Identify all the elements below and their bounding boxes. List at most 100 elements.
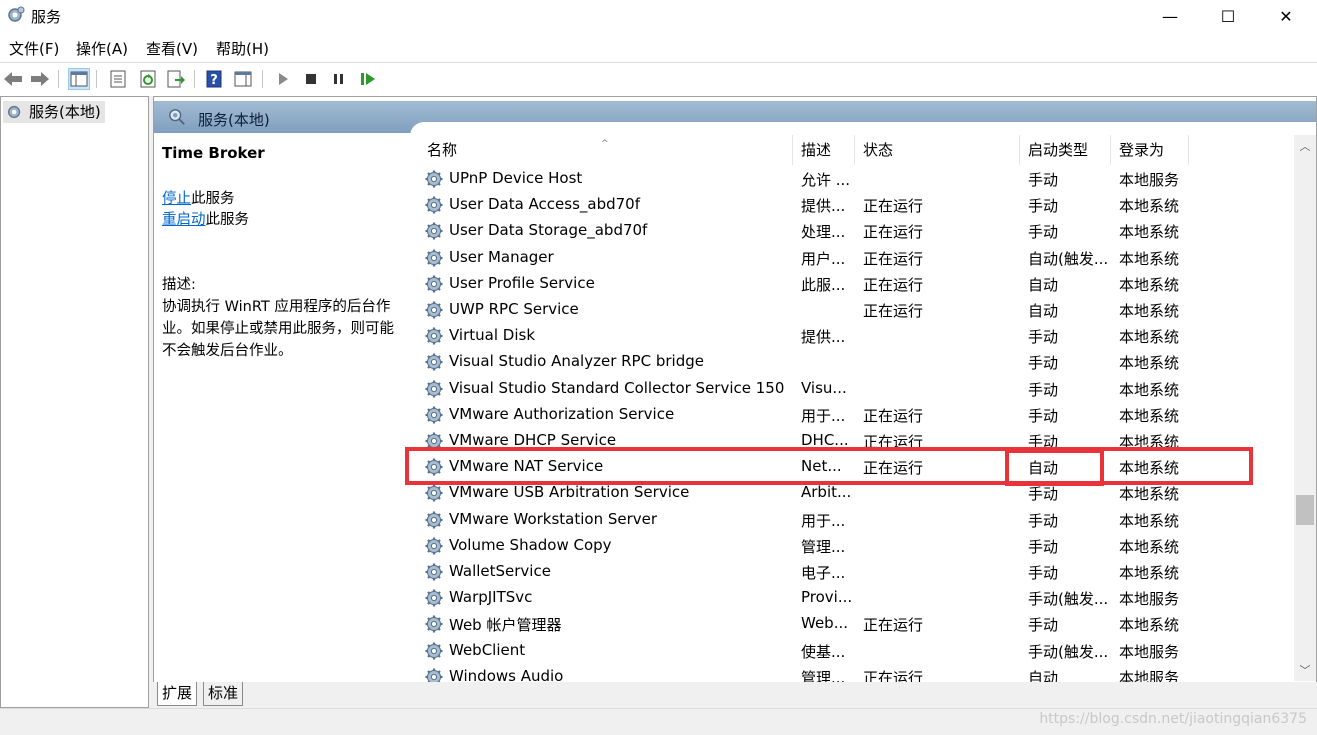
service-logon-as: 本地系统 — [1119, 223, 1180, 242]
start-service-icon[interactable] — [272, 68, 294, 90]
service-startup-type: 手动 — [1028, 564, 1059, 582]
service-gear-icon — [425, 563, 443, 581]
service-description: 用户... — [801, 249, 846, 268]
column-header-status[interactable]: 状态 — [855, 135, 1020, 165]
forward-arrow-icon[interactable] — [29, 68, 51, 90]
service-name: User Data Storage_abd70f — [449, 221, 648, 240]
pause-service-icon[interactable] — [328, 68, 350, 90]
description-text-line: 不会触发后台作业。 — [162, 343, 293, 359]
restart-service-suffix: 此服务 — [205, 212, 250, 228]
service-row[interactable]: User Profile Service 此服... 正在运行 自动 本地系统 — [419, 271, 1294, 297]
service-gear-icon — [425, 484, 443, 502]
close-button[interactable]: ✕ — [1257, 0, 1315, 32]
service-startup-type: 手动 — [1028, 406, 1059, 425]
service-row[interactable]: Visual Studio Standard Collector Service… — [419, 376, 1294, 402]
column-header-startup-type[interactable]: 启动类型 — [1020, 135, 1111, 165]
service-description: Visu... — [801, 378, 847, 397]
service-row[interactable]: Virtual Disk 提供... 手动 本地系统 — [419, 323, 1294, 349]
service-row[interactable]: WarpJITSvc Provi... 手动(触发... 本地服务 — [419, 585, 1294, 611]
column-header-name[interactable]: 名称 ^ — [419, 135, 793, 165]
menu-view[interactable]: 查看(V) — [146, 38, 198, 59]
service-status: 正在运行 — [863, 197, 924, 216]
service-row[interactable]: VMware Authorization Service 用于... 正在运行 手动 本… — [419, 402, 1294, 428]
restart-service-line: 重启动此服务 — [162, 208, 249, 229]
restart-service-link[interactable]: 重启动 — [162, 212, 206, 228]
selected-service-name: Time Broker — [162, 144, 265, 162]
service-name: UPnP Device Host — [449, 169, 583, 187]
service-row[interactable]: WalletService 电子... 手动 本地系统 — [419, 559, 1294, 585]
action-pane-icon[interactable] — [232, 68, 254, 90]
maximize-button[interactable]: ☐ — [1199, 0, 1257, 32]
description-text-line: 协调执行 WinRT 应用程序的后台作 — [162, 299, 391, 315]
service-gear-icon — [425, 406, 443, 424]
column-header-description[interactable]: 描述 — [793, 135, 855, 165]
show-hide-tree-icon[interactable] — [68, 68, 90, 90]
minimize-button[interactable]: — — [1141, 0, 1199, 32]
service-name: Web 帐户管理器 — [449, 616, 562, 635]
service-row[interactable]: VMware Workstation Server 用于... 手动 本地系统 — [419, 507, 1294, 533]
vertical-scrollbar[interactable]: ︿ ﹀ — [1294, 135, 1316, 681]
tab-extended[interactable]: 扩展 — [157, 682, 198, 706]
service-gear-icon — [425, 380, 443, 398]
help-icon[interactable]: ? — [203, 68, 225, 90]
service-row[interactable]: UPnP Device Host 允许 ... 手动 本地服务 — [419, 166, 1294, 192]
service-startup-type: 手动 — [1028, 354, 1059, 373]
service-name: Volume Shadow Copy — [449, 535, 612, 554]
service-logon-as: 本地系统 — [1119, 406, 1180, 425]
service-logon-as: 本地服务 — [1119, 642, 1180, 661]
service-status: 正在运行 — [863, 406, 924, 425]
service-logon-as: 本地系统 — [1119, 616, 1180, 635]
service-gear-icon — [425, 615, 443, 633]
services-gear-icon — [8, 105, 21, 119]
service-name: UWP RPC Service — [449, 300, 579, 318]
service-row[interactable]: User Data Access_abd70f 提供... 正在运行 手动 本地系统 — [419, 192, 1294, 218]
description-label: 描述: — [162, 277, 196, 293]
service-row[interactable]: Volume Shadow Copy 管理... 手动 本地系统 — [419, 533, 1294, 559]
service-row[interactable]: WebClient 使基... 手动(触发... 本地服务 — [419, 638, 1294, 664]
service-gear-icon — [425, 327, 443, 345]
scrollbar-thumb[interactable] — [1296, 495, 1314, 525]
service-logon-as: 本地系统 — [1119, 511, 1180, 530]
service-gear-icon — [425, 353, 443, 371]
service-row[interactable]: User Manager 用户... 正在运行 自动(触发... 本地系统 — [419, 245, 1294, 271]
status-bar: https://blog.csdn.net/jiaotingqian6375 — [0, 708, 1317, 735]
window-title: 服务 — [31, 8, 62, 26]
scroll-down-icon[interactable]: ﹀ — [1294, 659, 1316, 681]
description-pane: Time Broker 停止此服务 重启动此服务 描述: 协调执行 WinRT … — [154, 133, 410, 681]
back-arrow-icon[interactable] — [2, 68, 24, 90]
menu-help[interactable]: 帮助(H) — [216, 38, 269, 59]
service-logon-as: 本地服务 — [1119, 171, 1180, 189]
column-header-row: 名称 ^ 描述 状态 启动类型 登录为 — [419, 135, 1294, 165]
tab-standard[interactable]: 标准 — [203, 682, 244, 706]
service-row[interactable]: User Data Storage_abd70f 处理... 正在运行 手动 本地系统 — [419, 218, 1294, 244]
properties-icon[interactable] — [107, 68, 129, 90]
column-header-logon-as[interactable]: 登录为 — [1111, 135, 1189, 165]
service-description: 此服... — [801, 275, 846, 294]
service-gear-icon — [425, 642, 443, 660]
service-gear-icon — [425, 301, 443, 319]
service-startup-type: 手动 — [1028, 537, 1059, 556]
refresh-icon[interactable] — [137, 68, 159, 90]
restart-service-icon[interactable] — [357, 68, 379, 90]
service-row[interactable]: Visual Studio Analyzer RPC bridge 手动 本地系统 — [419, 349, 1294, 375]
service-description: Provi... — [801, 588, 853, 607]
scroll-up-icon[interactable]: ︿ — [1294, 135, 1316, 157]
stop-service-link[interactable]: 停止 — [162, 191, 191, 207]
service-status: 正在运行 — [863, 302, 924, 320]
service-startup-type: 手动(触发... — [1028, 642, 1109, 661]
stop-service-icon[interactable] — [300, 68, 322, 90]
service-name: VMware Authorization Service — [449, 404, 675, 423]
menu-action[interactable]: 操作(A) — [76, 38, 128, 59]
service-logon-as: 本地系统 — [1119, 302, 1180, 320]
service-logon-as: 本地系统 — [1119, 485, 1180, 504]
service-name: VMware Workstation Server — [449, 509, 658, 528]
service-name: Visual Studio Standard Collector Service… — [449, 378, 785, 397]
menu-file[interactable]: 文件(F) — [9, 38, 59, 59]
service-gear-icon — [425, 275, 443, 293]
export-list-icon[interactable] — [165, 68, 187, 90]
tree-item-services-local[interactable]: 服务(本地) — [3, 101, 105, 123]
service-row[interactable]: UWP RPC Service 正在运行 自动 本地系统 — [419, 297, 1294, 323]
service-description: Web... — [801, 614, 849, 633]
service-row[interactable]: Web 帐户管理器 Web... 正在运行 手动 本地系统 — [419, 611, 1294, 637]
service-startup-type: 手动 — [1028, 171, 1059, 189]
